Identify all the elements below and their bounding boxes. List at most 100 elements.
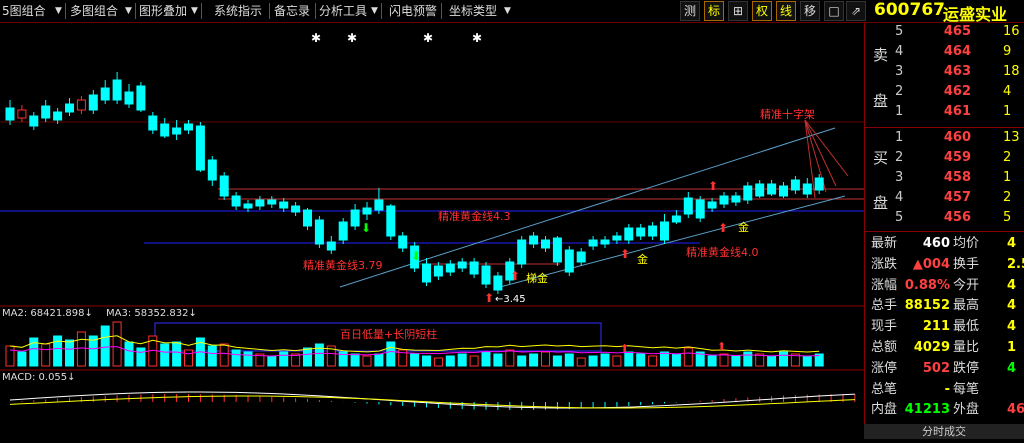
buy-level-row[interactable]: 2 459 2 [865, 148, 1024, 167]
sell-level-row[interactable]: 4 464 9 [865, 42, 1024, 61]
quote-value: 4 [1007, 319, 1017, 335]
candle-down [314, 219, 324, 245]
toolbar-item-analysis-tools[interactable]: 分析工具 [319, 2, 367, 20]
volume-bar [743, 351, 753, 367]
volume-bar [53, 335, 63, 367]
measure-tool-button[interactable]: 测 [680, 1, 700, 21]
volume-bar [184, 349, 193, 367]
move-tool-button[interactable]: 移 [800, 1, 820, 21]
volume-bar [362, 355, 372, 367]
toolbar-item-indicators[interactable]: 系统指示 [214, 2, 262, 20]
toolbar-item-overlay[interactable]: 图形叠加 [139, 2, 187, 20]
level-price: 460 [943, 130, 971, 145]
level-price: 456 [943, 210, 971, 225]
level-number: 2 [895, 84, 904, 99]
chevron-down-icon[interactable]: ▼ [190, 2, 199, 20]
volume-bar [65, 339, 74, 367]
candle-down [386, 205, 396, 237]
candle-down [53, 111, 63, 121]
grid-icon[interactable]: ⊞ [728, 1, 748, 21]
low-price-label: ←3.45 [495, 294, 526, 305]
volume-bar [267, 355, 277, 367]
volume-bar [374, 353, 384, 367]
rights-tool-button[interactable]: 权 [752, 1, 772, 21]
volume-bar [160, 343, 170, 367]
volume-bar [100, 325, 110, 367]
level-volume: 13 [1003, 130, 1020, 145]
mark-tool-button[interactable]: 标 [704, 1, 724, 21]
quote-row: 涨幅 0.88% 今开 4 [865, 276, 1024, 295]
quote-row: 涨跌▲004换手2.5 [865, 255, 1024, 274]
line-tool-button[interactable]: 线 [776, 1, 796, 21]
candle-down [755, 183, 765, 197]
toolbar-item-memo[interactable]: 备忘录 [274, 2, 310, 20]
buy-level-row[interactable]: 1 460 13 [865, 128, 1024, 147]
volume-bar [529, 353, 539, 367]
sell-level-row[interactable]: 5 465 16 [865, 22, 1024, 41]
sell-level-row[interactable]: 1 461 1 [865, 102, 1024, 121]
toolbar-item-5-chart[interactable]: 5图组合 [2, 2, 46, 20]
buy-level-row[interactable]: 4 457 2 [865, 188, 1024, 207]
cross-label: 精准十字架 [760, 107, 815, 121]
level-volume: 5 [1003, 210, 1012, 225]
quote-value: 88152 [904, 298, 950, 314]
quote-value: 460 [922, 236, 950, 251]
candle-down [481, 265, 491, 285]
candle-down [338, 221, 348, 241]
volume-bar [541, 351, 550, 367]
volume-bar [207, 345, 217, 367]
volume-bar [136, 347, 146, 367]
toolbar-item-flash-alert[interactable]: 闪电预警 [389, 2, 437, 20]
up-arrow-icon: ⬆ [620, 342, 629, 355]
candle-down [362, 207, 372, 215]
quote-row: 内盘41213外盘469 [865, 400, 1024, 419]
volume-bar [433, 357, 443, 367]
volume-bar [350, 353, 360, 367]
buy-level-row[interactable]: 5 456 5 [865, 208, 1024, 227]
candle-up [17, 109, 27, 119]
candle-down [790, 179, 800, 191]
volume-bar [303, 347, 312, 367]
candle-down [207, 159, 217, 181]
candle-down [588, 239, 598, 247]
quote-label: 换手 [953, 256, 980, 272]
volume-bar [731, 355, 741, 367]
sell-level-row[interactable]: 2 462 4 [865, 82, 1024, 101]
buy-level-row[interactable]: 3 458 1 [865, 168, 1024, 187]
quote-value: 4 [1007, 236, 1017, 251]
candle-down [541, 239, 550, 249]
chevron-down-icon[interactable]: ▼ [370, 2, 379, 20]
volume-bar [612, 355, 622, 367]
quote-row: 涨停 502 跌停 4 [865, 359, 1024, 378]
level-volume: 16 [1003, 24, 1020, 39]
volume-bar [600, 353, 610, 367]
level-price: 457 [943, 190, 971, 205]
sell-level-row[interactable]: 3 463 18 [865, 62, 1024, 81]
volume-bar [279, 351, 289, 367]
toolbar-item-multi-chart[interactable]: 多图组合 [70, 2, 118, 20]
quote-value: 41213 [904, 402, 950, 418]
gold-line-label: 精准黄金线4.3 [438, 209, 511, 223]
kline-chart[interactable]: ✱ ✱ ✱ ✱ 精准十字架 精准黄金线4.3 精准黄金线3.79 精准黄金线4.… [0, 22, 864, 439]
expand-icon[interactable]: ⇗ [846, 1, 866, 21]
candle-down [707, 201, 717, 209]
level-price: 458 [943, 170, 971, 185]
volume-bar [719, 353, 729, 367]
volume-bar [410, 353, 420, 367]
chevron-down-icon[interactable]: ▼ [503, 2, 512, 20]
volume-bar [112, 321, 122, 367]
toolbar-item-axis-type[interactable]: 坐标类型 [449, 2, 497, 20]
volume-bar [564, 353, 574, 367]
chevron-down-icon[interactable]: ▼ [54, 2, 63, 20]
chevron-down-icon[interactable]: ▼ [124, 2, 133, 20]
quote-value: 0.88% [904, 277, 950, 293]
candle-down [445, 263, 455, 273]
volume-bar [505, 349, 515, 367]
tick-detail-tab[interactable]: 分时成交 [864, 424, 1024, 439]
level-volume: 2 [1003, 190, 1012, 205]
chart-area[interactable]: ✱ ✱ ✱ ✱ 精准十字架 精准黄金线4.3 精准黄金线3.79 精准黄金线4.… [0, 22, 864, 439]
level-number: 5 [895, 210, 904, 225]
level-volume: 2 [1003, 150, 1012, 165]
window-icon[interactable]: □ [824, 1, 844, 21]
star-marker: ✱ [347, 31, 357, 45]
